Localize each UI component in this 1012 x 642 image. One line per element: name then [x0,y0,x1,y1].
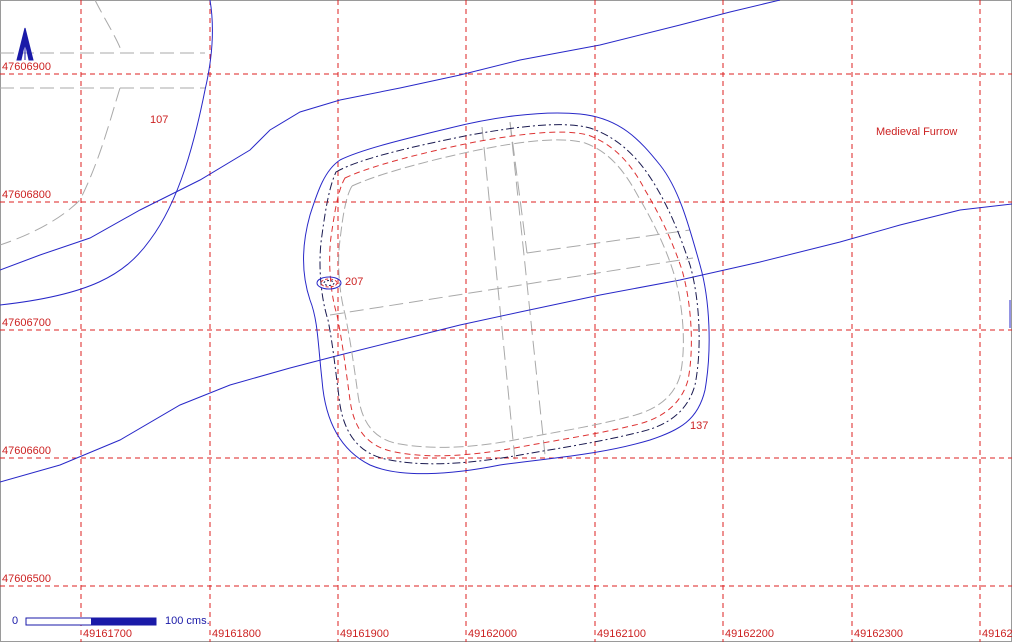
excavation-outline [303,112,710,475]
x-label: 49162300 [854,628,903,640]
trench-wall-north-1 [481,126,516,461]
medieval-furrow-label: Medieval Furrow [876,126,957,138]
y-label: 47606600 [2,445,51,457]
ring-dark [319,124,700,465]
y-label: 47606900 [2,61,51,73]
y-label: 47606800 [2,189,51,201]
map-canvas[interactable]: 47606900 47606800 47606700 47606600 4760… [0,0,1012,642]
x-label: 49161900 [340,628,389,640]
field-edge-curve [0,0,213,306]
trench-wall-north-2 [509,121,546,456]
north-arrow-icon [16,27,34,61]
field-boundary-curve-2 [0,87,121,246]
ring-grey [338,139,684,448]
scale-end-label: 100 cms. [165,615,210,627]
trench-wall-east-1 [329,257,694,316]
coordinate-grid [0,0,1012,642]
contour-bottom [0,203,1012,483]
scale-bar-fill [91,618,156,625]
x-label: 49162100 [597,628,646,640]
x-axis-labels: 49161700 49161800 49161900 49162000 4916… [83,628,1012,640]
x-label: 49161800 [212,628,261,640]
enclosure-ring [319,124,700,465]
scale-start-label: 0 [12,615,18,627]
trench-wall-east-2 [526,229,691,254]
field-boundary-curve [94,0,123,54]
feature-label-207: 207 [345,276,363,288]
feature-label-137: 137 [690,420,708,432]
x-label: 49162200 [725,628,774,640]
y-label: 47606700 [2,317,51,329]
map-frame [0,0,1012,642]
feature-label-107: 107 [150,114,168,126]
trench-wall-inner [509,121,528,254]
x-label: 49162000 [468,628,517,640]
y-label: 47606500 [2,573,51,585]
scale-bar: 0 100 cms. [12,615,210,627]
x-label: 49161700 [83,628,132,640]
contour-lines [0,0,1012,483]
y-axis-labels: 47606900 47606800 47606700 47606600 4760… [2,61,51,585]
ring-red [329,131,692,457]
x-label: 49162 [982,628,1012,640]
